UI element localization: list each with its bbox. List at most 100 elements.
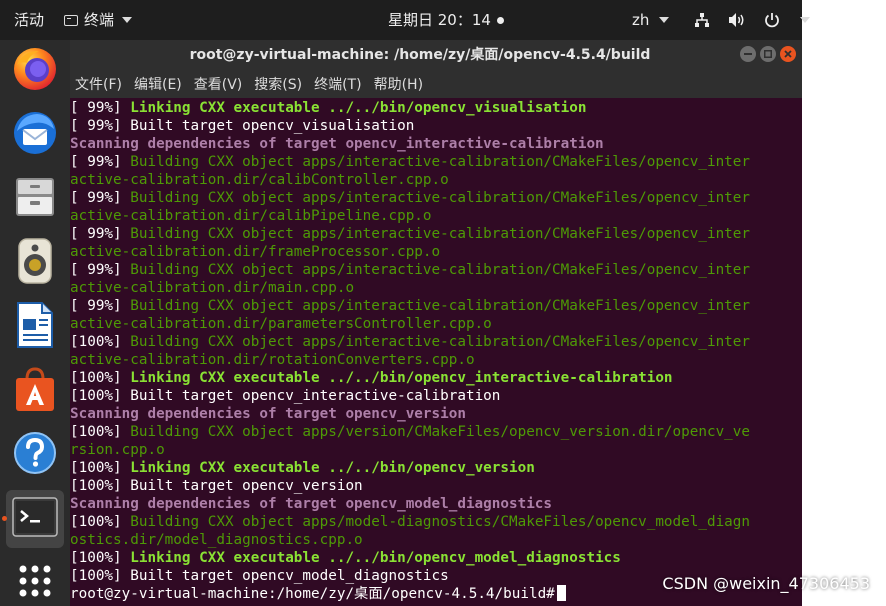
progress-prefix: [100%] xyxy=(70,478,131,494)
window-title: root@zy-virtual-machine: /home/zy/桌面/ope… xyxy=(189,47,651,63)
terminal-line: active-calibration.dir/frameProcessor.cp… xyxy=(70,243,802,261)
dock-item-files[interactable] xyxy=(6,170,64,228)
line-text: Building CXX object apps/interactive-cal… xyxy=(130,298,751,314)
terminal-line: [100%] Building CXX object apps/model-di… xyxy=(70,513,802,531)
dock-item-thunderbird[interactable] xyxy=(6,106,64,164)
terminal-line: [ 99%] Building CXX object apps/interact… xyxy=(70,153,802,171)
dock-item-rhythmbox[interactable] xyxy=(6,234,64,292)
terminal-line: [ 99%] Built target opencv_visualisation xyxy=(70,117,802,135)
volume-icon xyxy=(728,12,746,28)
line-text: Building CXX object apps/model-diagnosti… xyxy=(130,514,751,530)
line-text: Built target opencv_model_diagnostics xyxy=(130,568,449,584)
dock-item-terminal[interactable] xyxy=(2,490,64,548)
terminal-line: [100%] Building CXX object apps/version/… xyxy=(70,423,802,441)
progress-prefix: [100%] xyxy=(70,424,131,440)
progress-prefix: [100%] xyxy=(70,388,131,404)
dock-item-writer[interactable] xyxy=(6,298,64,356)
line-text: Building CXX object apps/interactive-cal… xyxy=(130,154,751,170)
menu-search[interactable]: 搜索(S) xyxy=(248,74,308,94)
line-text: Scanning dependencies of target opencv_v… xyxy=(70,406,466,422)
line-text: Scanning dependencies of target opencv_m… xyxy=(70,496,553,512)
line-text: active-calibration.dir/parametersControl… xyxy=(70,316,492,332)
document-icon xyxy=(14,301,56,353)
line-text: Linking CXX executable ../../bin/opencv_… xyxy=(130,460,535,476)
line-text: Scanning dependencies of target opencv_i… xyxy=(70,136,604,152)
close-button[interactable] xyxy=(780,46,796,62)
line-text: active-calibration.dir/calibPipeline.cpp… xyxy=(70,208,432,224)
dock-item-software[interactable] xyxy=(6,362,64,420)
menu-terminal[interactable]: 终端(T) xyxy=(308,74,367,94)
help-icon xyxy=(12,430,58,480)
window-titlebar[interactable]: root@zy-virtual-machine: /home/zy/桌面/ope… xyxy=(70,40,802,70)
input-method-button[interactable]: zh xyxy=(632,0,670,40)
chevron-down-icon xyxy=(659,17,670,23)
terminal-line: [100%] Built target opencv_interactive-c… xyxy=(70,387,802,405)
text-cursor xyxy=(556,585,566,601)
dock xyxy=(0,40,70,606)
terminal-line: [100%] Linking CXX executable ../../bin/… xyxy=(70,369,802,387)
shell-prompt: root@zy-virtual-machine:/home/zy/桌面/open… xyxy=(70,586,555,602)
terminal-line: active-calibration.dir/calibPipeline.cpp… xyxy=(70,207,802,225)
terminal-line: ostics.dir/model_diagnostics.cpp.o xyxy=(70,531,802,549)
line-text: Building CXX object apps/interactive-cal… xyxy=(130,226,751,242)
maximize-button[interactable] xyxy=(760,46,776,62)
progress-prefix: [ 99%] xyxy=(70,298,131,314)
line-text: Building CXX object apps/interactive-cal… xyxy=(130,190,751,206)
dock-item-firefox[interactable] xyxy=(6,42,64,100)
running-indicator-icon xyxy=(2,516,7,521)
top-bar: 活动 终端 星期日 20：14 zh xyxy=(0,0,810,40)
line-text: Building CXX object apps/version/CMakeFi… xyxy=(130,424,751,440)
app-menu-button[interactable]: 终端 xyxy=(64,0,133,40)
menu-edit[interactable]: 编辑(E) xyxy=(128,74,188,94)
minimize-button[interactable] xyxy=(740,46,756,62)
progress-prefix: [ 99%] xyxy=(70,118,131,134)
terminal-line: [ 99%] Linking CXX executable ../../bin/… xyxy=(70,99,802,117)
clock-button[interactable]: 星期日 20：14 xyxy=(388,0,504,40)
terminal-line: [ 99%] Building CXX object apps/interact… xyxy=(70,225,802,243)
terminal-output[interactable]: [ 99%] Linking CXX executable ../../bin/… xyxy=(70,99,802,606)
terminal-line: active-calibration.dir/parametersControl… xyxy=(70,315,802,333)
terminal-line: active-calibration.dir/main.cpp.o xyxy=(70,279,802,297)
progress-prefix: [100%] xyxy=(70,460,131,476)
terminal-line: [100%] Linking CXX executable ../../bin/… xyxy=(70,549,802,567)
menu-view[interactable]: 查看(V) xyxy=(188,74,249,94)
close-icon xyxy=(784,50,792,58)
terminal-line: active-calibration.dir/rotationConverter… xyxy=(70,351,802,369)
activities-label: 活动 xyxy=(14,11,45,29)
menu-file[interactable]: 文件(F) xyxy=(70,74,128,94)
chevron-down-icon xyxy=(800,17,810,23)
progress-prefix: [ 99%] xyxy=(70,190,131,206)
menu-help[interactable]: 帮助(H) xyxy=(368,74,429,94)
line-text: Building CXX object apps/interactive-cal… xyxy=(130,262,751,278)
line-text: Linking CXX executable ../../bin/opencv_… xyxy=(130,370,673,386)
network-icon xyxy=(694,12,710,28)
notification-dot-icon xyxy=(496,16,504,24)
terminal-text: [ 99%] Linking CXX executable ../../bin/… xyxy=(70,99,802,603)
progress-prefix: [ 99%] xyxy=(70,154,131,170)
speaker-icon xyxy=(13,237,57,289)
line-text: active-calibration.dir/frameProcessor.cp… xyxy=(70,244,441,260)
activities-button[interactable]: 活动 xyxy=(14,0,44,40)
line-text: Built target opencv_version xyxy=(130,478,363,494)
dock-item-show-apps[interactable] xyxy=(6,554,64,606)
desktop: 活动 终端 星期日 20：14 zh root@zy-virtual-machi… xyxy=(0,0,886,606)
line-text: active-calibration.dir/main.cpp.o xyxy=(70,280,355,296)
line-text: Building CXX object apps/interactive-cal… xyxy=(130,334,751,350)
shopping-bag-icon xyxy=(12,365,58,417)
system-menu-button[interactable] xyxy=(694,0,810,40)
line-text: Linking CXX executable ../../bin/opencv_… xyxy=(130,100,587,116)
progress-prefix: [100%] xyxy=(70,334,131,350)
line-text: rsion.cpp.o xyxy=(70,442,165,458)
progress-prefix: [ 99%] xyxy=(70,100,131,116)
terminal-line: [100%] Building CXX object apps/interact… xyxy=(70,333,802,351)
progress-prefix: [100%] xyxy=(70,550,131,566)
terminal-window: root@zy-virtual-machine: /home/zy/桌面/ope… xyxy=(70,40,802,606)
files-icon xyxy=(12,174,58,224)
terminal-line: Scanning dependencies of target opencv_m… xyxy=(70,495,802,513)
line-text: Built target opencv_interactive-calibrat… xyxy=(130,388,501,404)
terminal-line: rsion.cpp.o xyxy=(70,441,802,459)
terminal-line: [ 99%] Building CXX object apps/interact… xyxy=(70,297,802,315)
dock-item-help[interactable] xyxy=(6,426,64,484)
terminal-line: Scanning dependencies of target opencv_i… xyxy=(70,135,802,153)
terminal-icon xyxy=(64,14,78,26)
